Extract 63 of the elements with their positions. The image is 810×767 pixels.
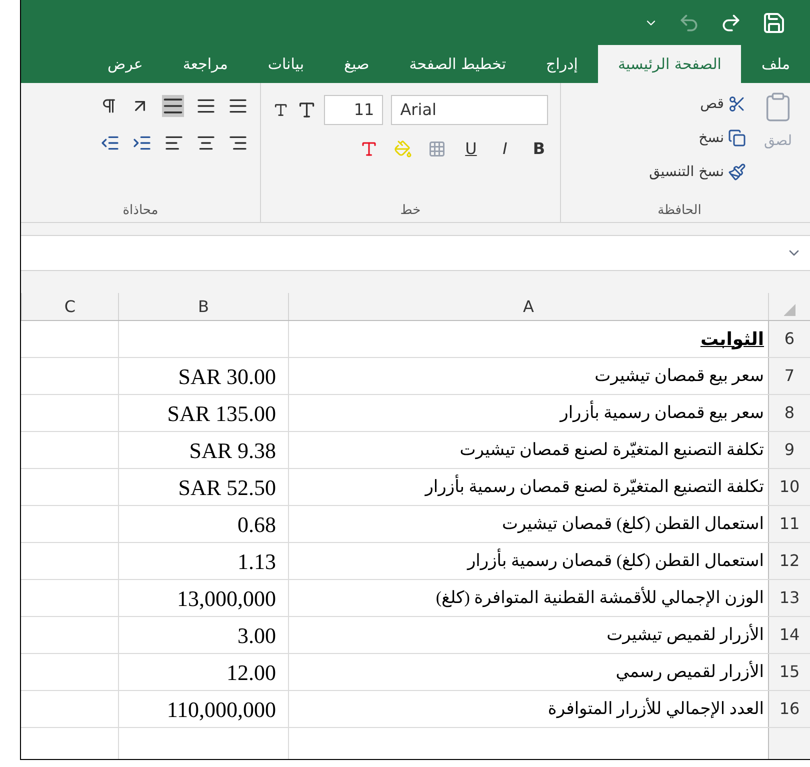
row-header[interactable]: 15	[768, 654, 810, 690]
fill-color-icon[interactable]	[394, 140, 412, 158]
column-header[interactable]: B	[118, 293, 288, 320]
row-header[interactable]: 10	[768, 469, 810, 505]
group-label: محاذاة	[122, 202, 160, 220]
ribbon-tab[interactable]: إدراج	[526, 45, 598, 83]
row-header[interactable]: 13	[768, 580, 810, 616]
group-label: خط	[399, 202, 422, 220]
table-cell: استعمال القطن (كلغ) قمصان تيشيرت	[288, 506, 768, 542]
ribbon-tab[interactable]: صيغ	[324, 45, 390, 83]
style-button[interactable]: I	[496, 137, 514, 161]
table-cell: 3.00	[118, 617, 288, 653]
row-header[interactable]: 12	[768, 543, 810, 579]
table-cell: 13,000,000	[118, 580, 288, 616]
table-cell: SAR 52.50	[118, 469, 288, 505]
table-cell: تكلفة التصنيع المتغيّرة لصنع قمصان تيشيرت	[288, 432, 768, 468]
row-header[interactable]: 16	[768, 691, 810, 727]
cut-icon	[728, 95, 746, 113]
row-header[interactable]: 14	[768, 617, 810, 653]
clipboard-command[interactable]: قص	[649, 91, 746, 117]
table-cell: SAR 135.00	[118, 395, 288, 431]
clipboard-command[interactable]: نسخ	[649, 125, 746, 151]
table-cell: SAR 9.38	[118, 432, 288, 468]
group-label: الحافظة	[656, 202, 702, 220]
format-icon	[728, 163, 746, 181]
table-cell: سعر بيع قمصان رسمية بأزرار	[288, 395, 768, 431]
font-color-icon[interactable]	[360, 140, 378, 158]
table-cell: تكلفة التصنيع المتغيّرة لصنع قمصان رسمية بأزرار	[288, 469, 768, 505]
column-header[interactable]: A	[288, 293, 768, 320]
ribbon-tab[interactable]: تخطيط الصفحة	[389, 45, 526, 83]
table-cell: SAR 30.00	[118, 358, 288, 394]
table-cell: الوزن الإجمالي للأقمشة القطنية المتوافرة (كلغ)	[288, 580, 768, 616]
row-header[interactable]: 9	[768, 432, 810, 468]
table-cell: 110,000,000	[118, 691, 288, 727]
ribbon-tab[interactable]: الصفحة الرئيسية	[598, 45, 742, 83]
style-button[interactable]: U	[462, 137, 480, 161]
column-header[interactable]: C	[21, 293, 118, 320]
style-button[interactable]: B	[530, 137, 548, 161]
table-cell: الأزرار لقميص تيشيرت	[288, 617, 768, 653]
ribbon-tab[interactable]: ملف	[741, 45, 810, 83]
ribbon-tab[interactable]: مراجعة	[162, 45, 248, 83]
font-size-field[interactable]: 11	[324, 95, 384, 125]
ribbon-tab[interactable]: بيانات	[248, 45, 324, 83]
row-header[interactable]: 8	[768, 395, 810, 431]
row-header[interactable]: 11	[768, 506, 810, 542]
row-header[interactable]: 6	[768, 321, 810, 357]
font-name-field[interactable]: Arial	[391, 95, 548, 125]
clipboard-command[interactable]: نسخ التنسيق	[649, 159, 746, 185]
text-direction-icon[interactable]	[100, 97, 118, 115]
table-cell: 1.13	[118, 543, 288, 579]
redo-icon[interactable]	[720, 12, 742, 34]
ribbon-tab[interactable]: عرض	[87, 45, 163, 83]
table-cell: 12.00	[118, 654, 288, 690]
table-cell: العدد الإجمالي للأزرار المتوافرة	[288, 691, 768, 727]
table-cell: استعمال القطن (كلغ) قمصان رسمية بأزرار	[288, 543, 768, 579]
save-icon[interactable]	[762, 10, 786, 34]
align-bottom-icon[interactable]	[162, 95, 184, 117]
row-header[interactable]: 7	[768, 358, 810, 394]
copy-icon	[728, 129, 746, 147]
table-cell: الأزرار لقميص رسمي	[288, 654, 768, 690]
table-cell: 0.68	[118, 506, 288, 542]
table-cell: سعر بيع قمصان تيشيرت	[288, 358, 768, 394]
table-cell: الثوابت	[288, 321, 768, 357]
